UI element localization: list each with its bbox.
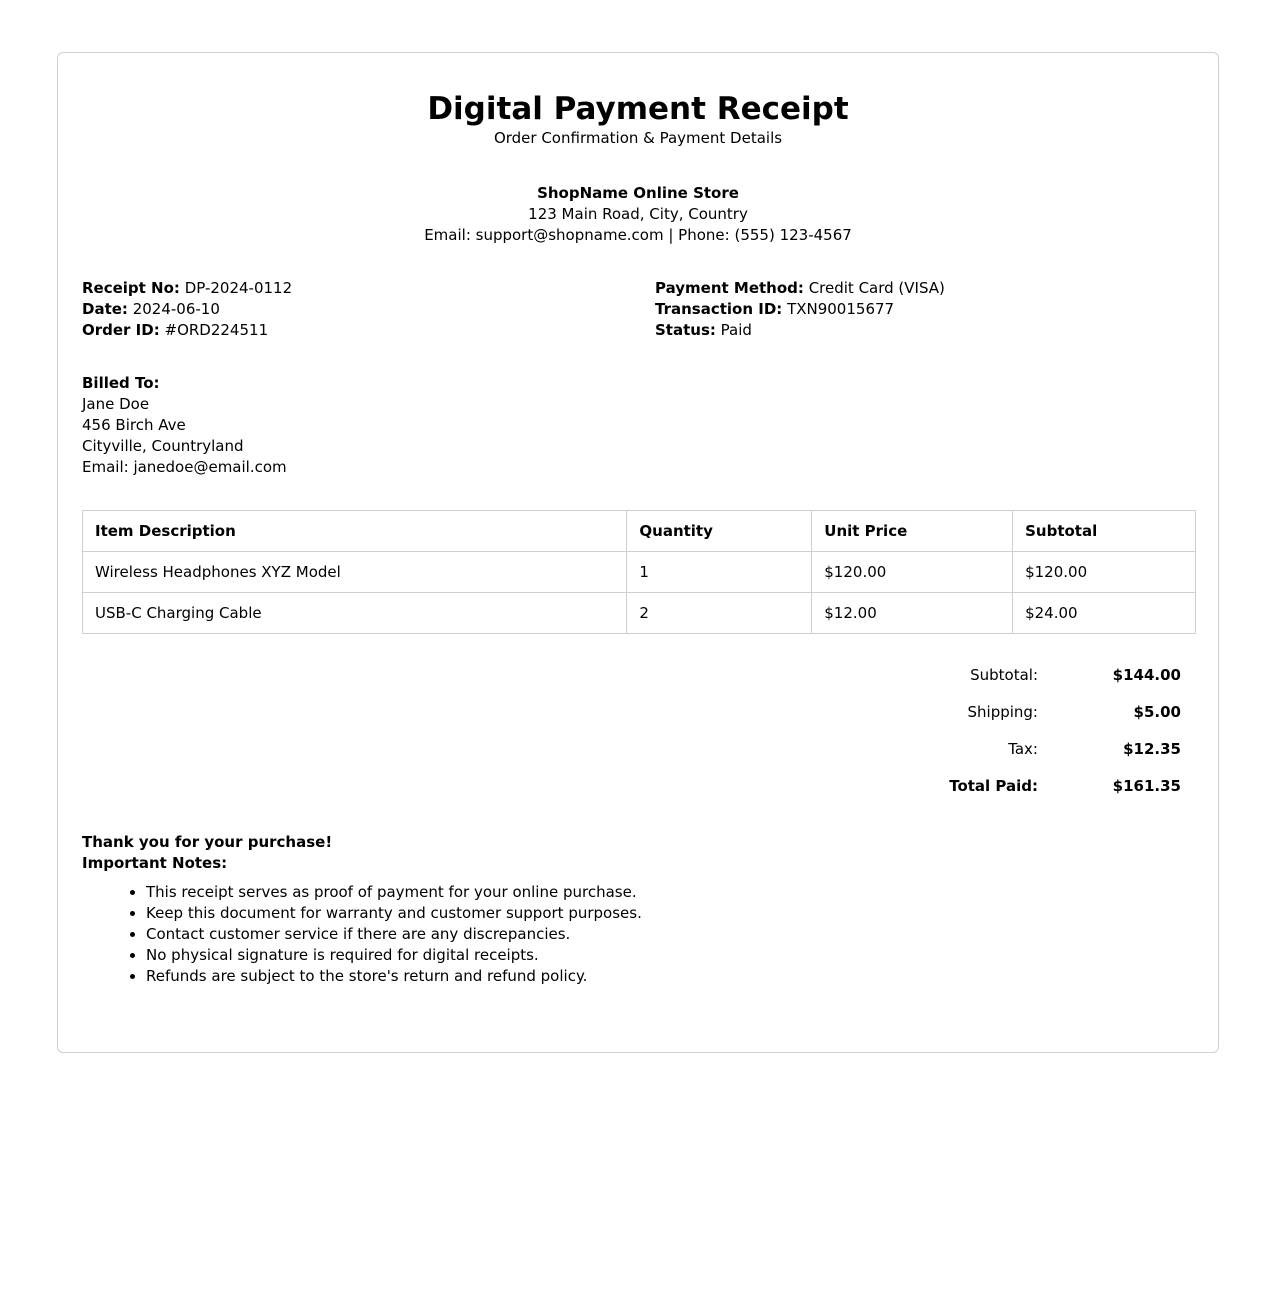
total-paid-row: Total Paid: $161.35 bbox=[82, 775, 1194, 812]
subtotal-row: Subtotal: $144.00 bbox=[82, 664, 1194, 701]
item-description: Wireless Headphones XYZ Model bbox=[81, 551, 628, 593]
table-row: USB-C Charging Cable 2 $12.00 $24.00 bbox=[81, 592, 1196, 634]
total-paid-value: $161.35 bbox=[1112, 777, 1181, 795]
list-item: Contact customer service if there are an… bbox=[146, 924, 1194, 945]
transaction-id-value: TXN90015677 bbox=[787, 300, 895, 318]
billed-to: Billed To: Jane Doe 456 Birch Ave Cityvi… bbox=[82, 373, 1194, 478]
tax-label: Tax: bbox=[1008, 740, 1038, 758]
billed-name: Jane Doe bbox=[82, 395, 150, 413]
item-quantity: 1 bbox=[626, 551, 813, 593]
transaction-id-line: Transaction ID: TXN90015677 bbox=[655, 299, 945, 320]
order-id-line: Order ID: #ORD224511 bbox=[82, 320, 655, 341]
order-id-value: #ORD224511 bbox=[164, 321, 269, 339]
column-header-description: Item Description bbox=[81, 510, 628, 552]
subtotal-label: Subtotal: bbox=[970, 666, 1038, 684]
item-subtotal: $120.00 bbox=[1012, 551, 1196, 593]
item-unit-price: $120.00 bbox=[811, 551, 1014, 593]
receipt-footer: Thank you for your purchase! Important N… bbox=[82, 832, 1194, 987]
payment-method-value: Credit Card (VISA) bbox=[808, 279, 945, 297]
list-item: Keep this document for warranty and cust… bbox=[146, 903, 1194, 924]
payment-method-line: Payment Method: Credit Card (VISA) bbox=[655, 278, 945, 299]
billed-email: Email: janedoe@email.com bbox=[82, 458, 287, 476]
shipping-label: Shipping: bbox=[967, 703, 1039, 721]
receipt-header: Digital Payment Receipt Order Confirmati… bbox=[82, 89, 1194, 149]
item-subtotal: $24.00 bbox=[1012, 592, 1196, 634]
receipt-number-line: Receipt No: DP-2024-0112 bbox=[82, 278, 655, 299]
item-description: USB-C Charging Cable bbox=[81, 592, 628, 634]
notes-list: This receipt serves as proof of payment … bbox=[82, 882, 1194, 987]
store-contact: Email: support@shopname.com | Phone: (55… bbox=[424, 226, 852, 244]
items-table: Item Description Quantity Unit Price Sub… bbox=[81, 510, 1196, 634]
store-address: 123 Main Road, City, Country bbox=[528, 205, 748, 223]
table-row: Wireless Headphones XYZ Model 1 $120.00 … bbox=[81, 551, 1196, 593]
order-id-label: Order ID: bbox=[82, 321, 160, 339]
status-line: Status: Paid bbox=[655, 320, 945, 341]
date-value: 2024-06-10 bbox=[132, 300, 220, 318]
tax-value: $12.35 bbox=[1123, 740, 1181, 758]
payment-method-label: Payment Method: bbox=[655, 279, 804, 297]
totals-summary: Subtotal: $144.00 Shipping: $5.00 Tax: $… bbox=[82, 664, 1194, 812]
item-unit-price: $12.00 bbox=[811, 592, 1014, 634]
receipt-meta: Receipt No: DP-2024-0112 Date: 2024-06-1… bbox=[82, 278, 1194, 341]
store-info: ShopName Online Store 123 Main Road, Cit… bbox=[82, 183, 1194, 246]
receipt-number-value: DP-2024-0112 bbox=[184, 279, 293, 297]
date-line: Date: 2024-06-10 bbox=[82, 299, 655, 320]
item-quantity: 2 bbox=[626, 592, 813, 634]
tax-row: Tax: $12.35 bbox=[82, 738, 1194, 775]
billed-city: Cityville, Countryland bbox=[82, 437, 244, 455]
transaction-id-label: Transaction ID: bbox=[655, 300, 783, 318]
list-item: No physical signature is required for di… bbox=[146, 945, 1194, 966]
thank-you-message: Thank you for your purchase! bbox=[82, 833, 333, 851]
page-title: Digital Payment Receipt bbox=[427, 91, 849, 127]
shipping-row: Shipping: $5.00 bbox=[82, 701, 1194, 738]
subtotal-value: $144.00 bbox=[1112, 666, 1181, 684]
receipt-meta-right: Payment Method: Credit Card (VISA) Trans… bbox=[655, 278, 945, 341]
billed-street: 456 Birch Ave bbox=[82, 416, 186, 434]
status-label: Status: bbox=[655, 321, 716, 339]
status-value: Paid bbox=[720, 321, 752, 339]
column-header-subtotal: Subtotal bbox=[1012, 510, 1196, 552]
receipt-number-label: Receipt No: bbox=[82, 279, 180, 297]
page-subtitle: Order Confirmation & Payment Details bbox=[493, 129, 783, 147]
table-header-row: Item Description Quantity Unit Price Sub… bbox=[81, 510, 1196, 552]
list-item: This receipt serves as proof of payment … bbox=[146, 882, 1194, 903]
receipt-card: Digital Payment Receipt Order Confirmati… bbox=[57, 52, 1219, 1053]
receipt-meta-left: Receipt No: DP-2024-0112 Date: 2024-06-1… bbox=[82, 278, 655, 341]
shipping-value: $5.00 bbox=[1133, 703, 1181, 721]
total-paid-label: Total Paid: bbox=[949, 777, 1038, 795]
notes-heading: Important Notes: bbox=[82, 854, 228, 872]
column-header-unit-price: Unit Price bbox=[811, 510, 1014, 552]
date-label: Date: bbox=[82, 300, 128, 318]
store-name: ShopName Online Store bbox=[537, 184, 739, 202]
billed-to-heading: Billed To: bbox=[82, 374, 160, 392]
list-item: Refunds are subject to the store's retur… bbox=[146, 966, 1194, 987]
column-header-quantity: Quantity bbox=[626, 510, 813, 552]
